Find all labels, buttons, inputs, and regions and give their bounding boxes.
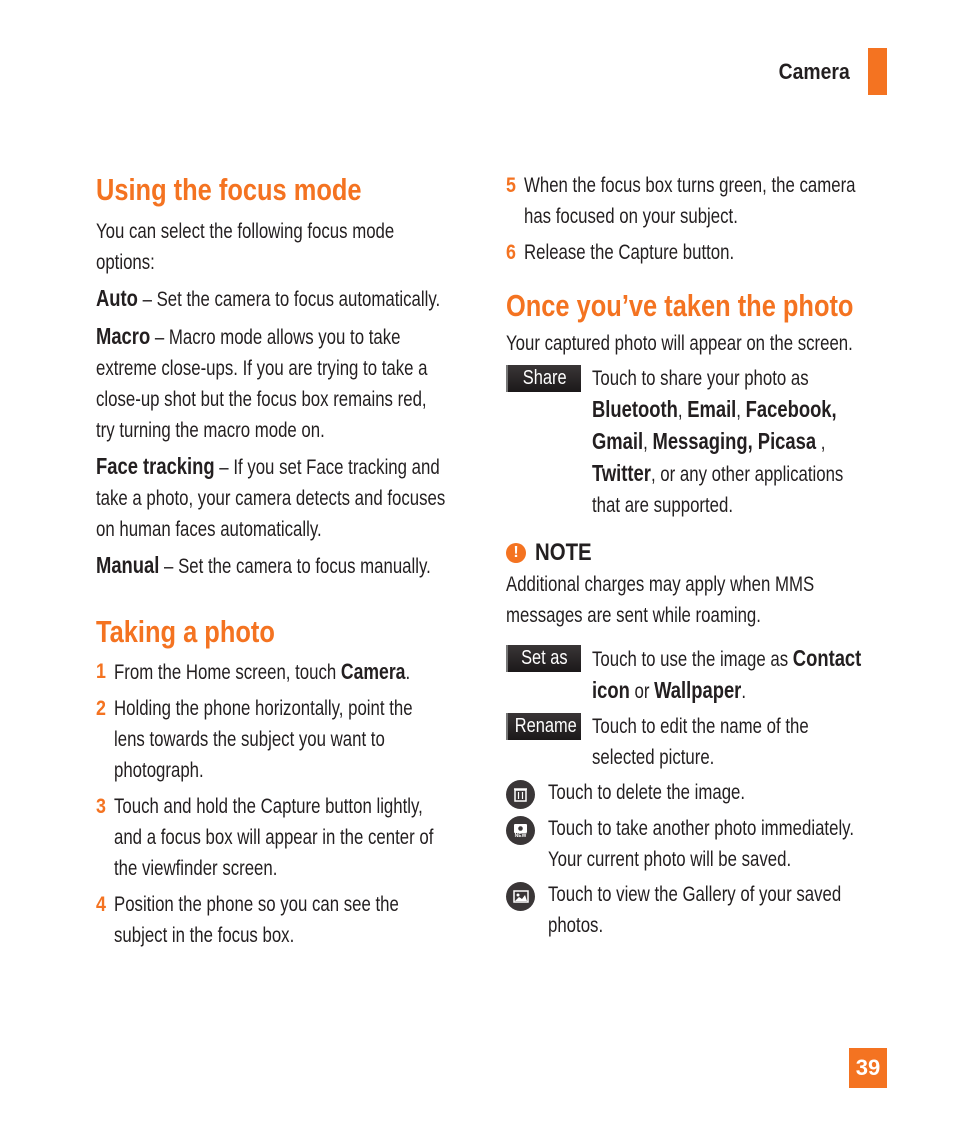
set-as-button[interactable]: Set as [506,645,581,672]
set-as-row: Set as Touch to use the image as Contact… [506,643,891,707]
note-title: NOTE [535,539,592,566]
trash-icon[interactable] [506,780,535,809]
rename-button[interactable]: Rename [506,713,581,740]
delete-row: Touch to delete the image. [506,777,891,809]
chapter-tab [868,48,887,95]
section-title-focus-mode: Using the focus mode [96,172,362,207]
note-header: ! NOTE [506,539,891,567]
set-as-description: Touch to use the image as Contact icon or… [592,645,862,703]
share-row: Share Touch to share your photo as Blueto… [506,363,891,521]
new-photo-description: Touch to take another photo immediately.… [548,817,855,871]
new-photo-row: NEW Touch to take another photo immediat… [506,813,891,875]
right-column: 5 When the focus box turns green, the ca… [506,170,891,941]
gallery-icon[interactable] [506,882,535,911]
step-3: 3 Touch and hold the Capture button ligh… [96,795,434,880]
gallery-description: Touch to view the Gallery of your saved p… [548,883,842,937]
rename-description: Touch to edit the name of the selected pi… [592,715,809,769]
option-macro: Macro – Macro mode allows you to take ext… [96,323,428,442]
left-column: Using the focus mode You can select the … [96,170,476,951]
option-face-tracking: Face tracking – If you set Face tracking… [96,453,446,541]
page-header: Camera [769,48,887,95]
alert-icon: ! [506,543,526,563]
step-4: 4 Position the phone so you can see the s… [96,893,399,947]
section-title-taking-photo: Taking a photo [96,614,275,649]
chapter-title: Camera [778,58,850,84]
share-button[interactable]: Share [506,365,581,392]
focus-intro: You can select the following focus mode o… [96,220,395,274]
note-text: Additional charges may apply when MMS mes… [506,573,815,627]
option-manual: Manual – Set the camera to focus manuall… [96,552,431,578]
gallery-row: Touch to view the Gallery of your saved p… [506,879,891,941]
rename-row: Rename Touch to edit the name of the sele… [506,711,891,773]
new-photo-icon[interactable]: NEW [506,816,535,845]
page-number: 39 [849,1048,887,1088]
step-2: 2 Holding the phone horizontally, point … [96,697,413,782]
share-description: Touch to share your photo as Bluetooth, E… [592,367,844,517]
step-5: 5 When the focus box turns green, the ca… [506,174,856,228]
option-auto: Auto – Set the camera to focus automatic… [96,285,441,311]
delete-description: Touch to delete the image. [548,781,746,804]
after-photo-intro: Your captured photo will appear on the s… [506,332,853,355]
section-title-after-photo: Once you’ve taken the photo [506,288,854,323]
step-6: 6 Release the Capture button. [506,241,735,264]
step-1: 1 From the Home screen, touch Camera. [96,659,411,684]
